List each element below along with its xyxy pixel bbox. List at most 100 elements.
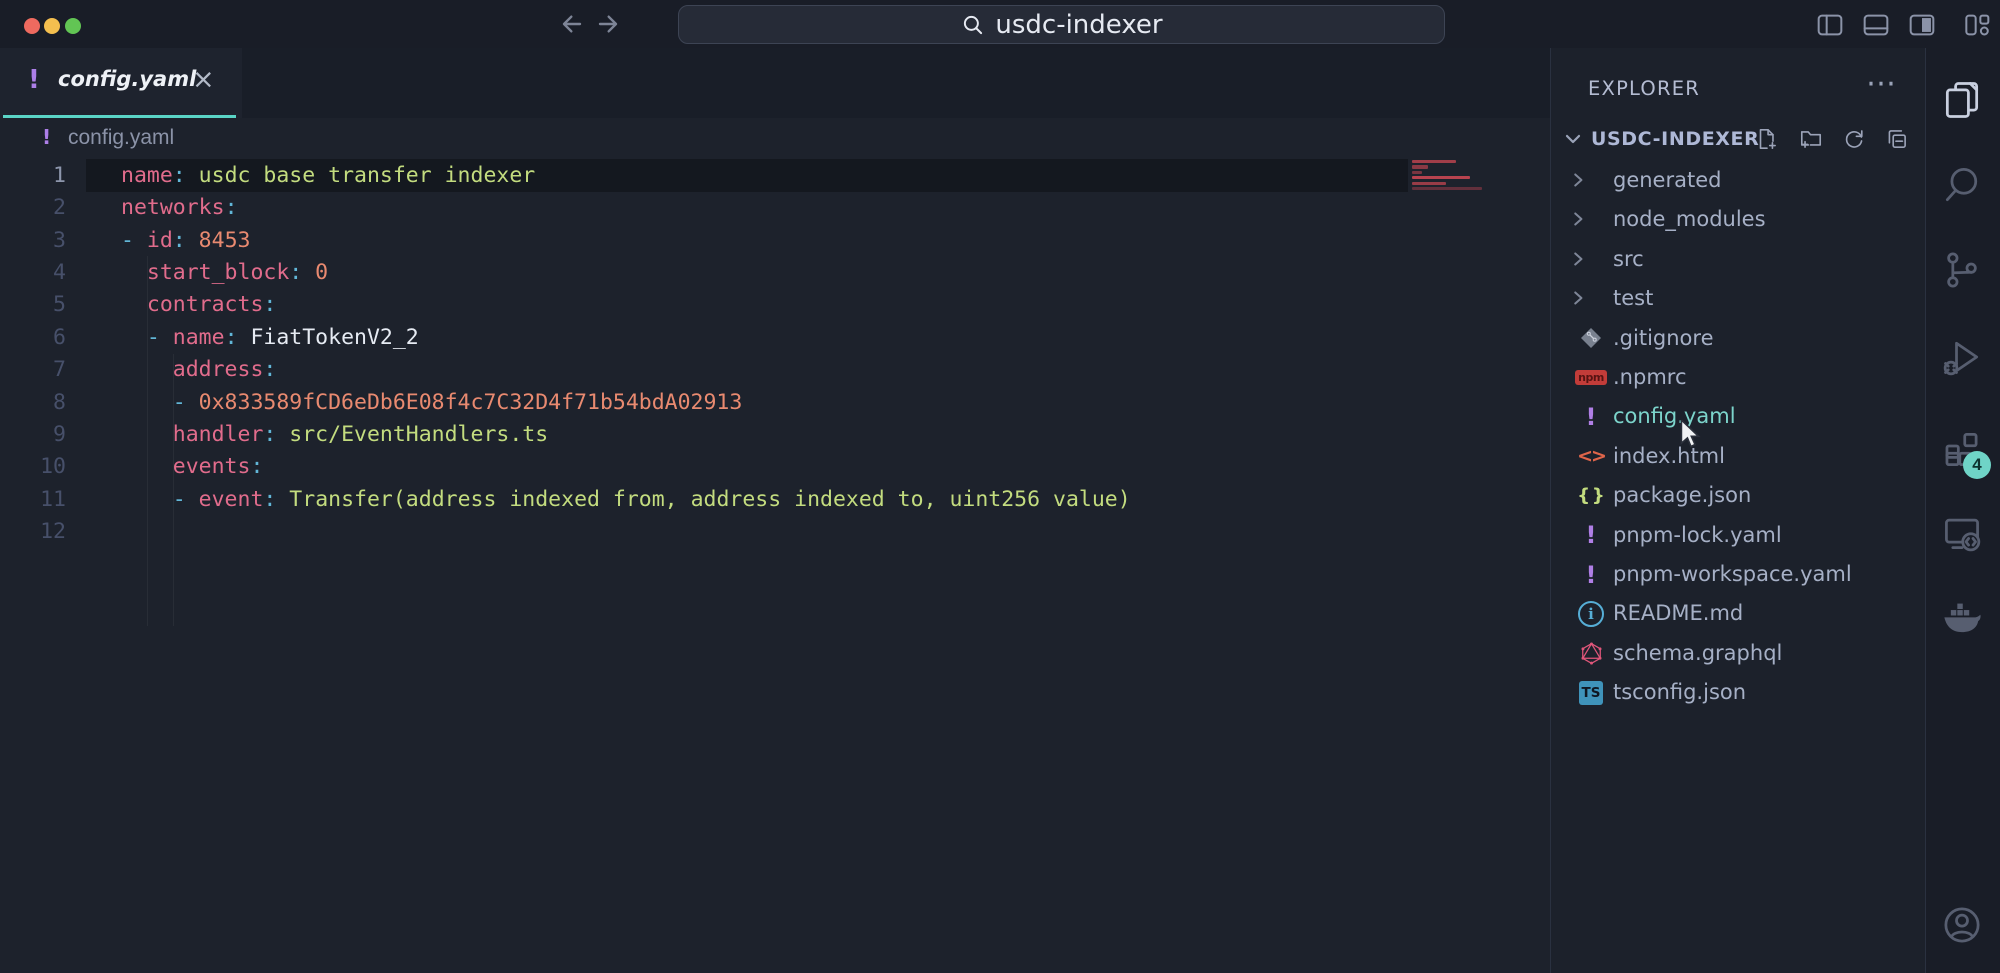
workspace-section-header[interactable]: USDC-INDEXER: [1551, 119, 1926, 159]
tree-item-pnpm-workspace-yaml[interactable]: !pnpm-workspace.yaml: [1551, 555, 1926, 594]
info-icon: i: [1578, 601, 1604, 627]
line-number: 12: [0, 515, 66, 548]
git-icon: [1578, 325, 1604, 351]
chevron-right-icon: [1567, 169, 1589, 191]
layout-custom-icon[interactable]: [1961, 9, 1993, 41]
yaml-warning-icon: !: [1578, 522, 1604, 548]
tree-item-npmrc[interactable]: npm.npmrc: [1551, 358, 1926, 397]
new-file-icon[interactable]: [1754, 126, 1780, 152]
mouse-cursor: [1679, 420, 1707, 450]
tree-item-test[interactable]: test: [1551, 279, 1926, 318]
split-bottom-icon[interactable]: [1860, 9, 1892, 41]
code-line-2[interactable]: 2 networks:: [0, 191, 1500, 224]
tree-item-label: schema.graphql: [1613, 641, 1782, 665]
chevron-right-icon: [1567, 208, 1589, 230]
line-number: 6: [0, 321, 66, 354]
extensions-badge: 4: [1963, 451, 1991, 479]
code-line-10[interactable]: 10 events:: [0, 450, 1500, 483]
minimap-mark: [1412, 171, 1422, 174]
tree-item-node-modules[interactable]: node_modules: [1551, 200, 1926, 239]
breadcrumb-label[interactable]: config.yaml: [68, 126, 174, 150]
line-content: address:: [121, 353, 276, 386]
tree-item-schema-graphql[interactable]: schema.graphql: [1551, 634, 1926, 673]
tree-item-label: generated: [1613, 168, 1721, 192]
activity-explorer-icon[interactable]: [1940, 78, 1984, 122]
tree-item-package-json[interactable]: { }package.json: [1551, 476, 1926, 515]
minimap[interactable]: [1412, 160, 1508, 196]
tree-item-config-yaml[interactable]: !config.yaml: [1551, 397, 1926, 436]
vscode-window: usdc-indexer ! config.yaml × ⋯ ! config.…: [0, 0, 2000, 973]
code-line-8[interactable]: 8 - 0x833589fCD6eDb6E08f4c7C32D4f71b54bd…: [0, 386, 1500, 419]
tree-item-label: README.md: [1613, 601, 1743, 625]
activity-remote-icon[interactable]: [1940, 511, 1984, 555]
activity-debug-icon[interactable]: [1940, 335, 1984, 379]
tree-item-label: test: [1613, 286, 1653, 310]
breadcrumb[interactable]: ! config.yaml: [0, 118, 1550, 158]
back-icon[interactable]: [556, 8, 588, 40]
activity-extensions-icon[interactable]: 4: [1940, 428, 1984, 472]
yaml-warning-icon: !: [42, 125, 51, 149]
tree-item-tsconfig-json[interactable]: TStsconfig.json: [1551, 673, 1926, 712]
code-line-9[interactable]: 9 handler: src/EventHandlers.ts: [0, 418, 1500, 451]
line-number: 2: [0, 191, 66, 224]
tab-bar: ! config.yaml × ⋯: [0, 48, 1550, 118]
tree-item-readme-md[interactable]: i README.md: [1551, 594, 1926, 633]
tree-item-pnpm-lock-yaml[interactable]: ! pnpm-lock.yaml: [1551, 516, 1926, 555]
line-content: - event: Transfer(address indexed from, …: [121, 483, 1131, 516]
line-content: networks:: [121, 191, 238, 224]
refresh-icon[interactable]: [1841, 126, 1867, 152]
tree-item-index-html[interactable]: <>index.html: [1551, 437, 1926, 476]
traffic-minimize-button[interactable]: [44, 18, 60, 34]
minimap-mark: [1412, 160, 1456, 163]
minimap-mark: [1412, 182, 1446, 185]
tree-item-generated[interactable]: generated: [1551, 161, 1926, 200]
traffic-close-button[interactable]: [24, 18, 40, 34]
activity-source-control-icon[interactable]: [1940, 248, 1984, 292]
activity-search-icon[interactable]: [1940, 163, 1984, 207]
forward-icon[interactable]: [592, 8, 624, 40]
activity-docker-icon[interactable]: [1940, 595, 1984, 639]
explorer-title: EXPLORER: [1588, 77, 1700, 100]
activity-account-icon[interactable]: [1940, 903, 1984, 947]
tree-item-label: pnpm-lock.yaml: [1613, 523, 1782, 547]
sidebar-right-filled-icon[interactable]: [1906, 9, 1938, 41]
tab-config-yaml[interactable]: ! config.yaml ×: [0, 48, 242, 118]
line-number: 9: [0, 418, 66, 451]
close-icon[interactable]: ×: [192, 64, 215, 95]
line-number: 4: [0, 256, 66, 289]
minimap-mark: [1412, 165, 1428, 168]
tree-item-src[interactable]: src: [1551, 240, 1926, 279]
tree-item-gitignore[interactable]: .gitignore: [1551, 319, 1926, 358]
tree-item-label: config.yaml: [1613, 404, 1736, 428]
line-content: handler: src/EventHandlers.ts: [121, 418, 548, 451]
traffic-zoom-button[interactable]: [65, 18, 81, 34]
tree-item-label: .npmrc: [1613, 365, 1687, 389]
code-line-11[interactable]: 11 - event: Transfer(address indexed fro…: [0, 483, 1500, 516]
html-icon: <>: [1578, 443, 1604, 469]
line-content: name: usdc base transfer indexer: [121, 159, 535, 192]
more-actions-icon[interactable]: ⋯: [1866, 66, 1896, 101]
split-left-icon[interactable]: [1814, 9, 1846, 41]
yaml-warning-icon: !: [1578, 562, 1604, 588]
code-line-5[interactable]: 5 contracts:: [0, 288, 1500, 321]
code-line-1[interactable]: 1name: usdc base transfer indexer: [0, 159, 1500, 192]
line-content: - 0x833589fCD6eDb6E08f4c7C32D4f71b54bdA0…: [121, 386, 742, 419]
collapse-all-icon[interactable]: [1884, 126, 1910, 152]
json-icon: { }: [1578, 483, 1604, 509]
line-number: 8: [0, 386, 66, 419]
line-number: 7: [0, 353, 66, 386]
code-area[interactable]: 1name: usdc base transfer indexer2 networ…: [0, 158, 1550, 973]
new-folder-icon[interactable]: [1798, 126, 1824, 152]
code-line-3[interactable]: 3- id: 8453: [0, 224, 1500, 257]
code-line-4[interactable]: 4 start_block: 0: [0, 256, 1500, 289]
code-line-6[interactable]: 6 - name: FiatTokenV2_2: [0, 321, 1500, 354]
line-number: 5: [0, 288, 66, 321]
workspace-name: USDC-INDEXER: [1591, 128, 1759, 150]
search-value: usdc-indexer: [995, 10, 1162, 40]
line-number: 11: [0, 483, 66, 516]
code-line-7[interactable]: 7 address:: [0, 353, 1500, 386]
tab-title: config.yaml: [58, 67, 196, 91]
code-line-12[interactable]: 12: [0, 515, 1500, 548]
command-center-search[interactable]: usdc-indexer: [678, 5, 1445, 44]
line-content: events:: [121, 450, 263, 483]
